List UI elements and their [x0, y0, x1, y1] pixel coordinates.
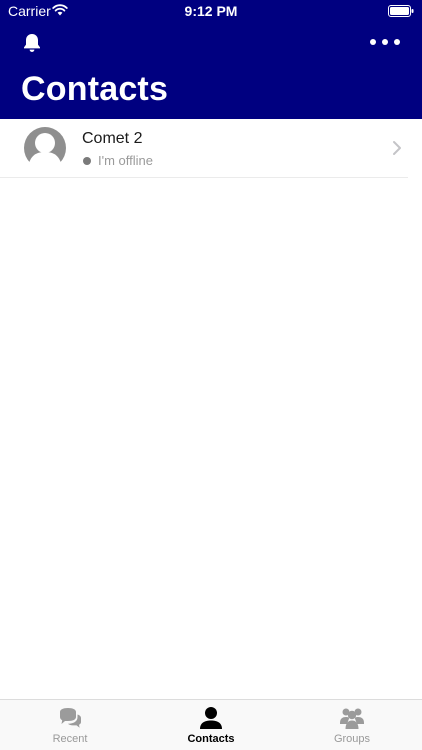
chevron-right-icon	[393, 141, 401, 155]
status-bar: Carrier 9:12 PM	[0, 0, 422, 22]
tab-label-recent: Recent	[52, 733, 88, 745]
group-icon	[340, 708, 364, 729]
more-icon[interactable]	[368, 34, 402, 50]
presence-dot	[83, 157, 91, 165]
page-title: Contacts	[21, 70, 169, 108]
tab-recent[interactable]: Recent	[0, 700, 140, 750]
contacts-list: Comet 2 I'm offline	[0, 119, 422, 178]
navigation-header: Carrier 9:12 PM Contacts	[0, 0, 422, 119]
tab-groups[interactable]: Groups	[282, 700, 422, 750]
tab-bar: Recent Contacts Groups	[0, 699, 422, 750]
contact-name: Comet 2	[82, 130, 143, 147]
person-icon	[200, 707, 222, 729]
row-divider	[0, 177, 408, 178]
bell-icon[interactable]	[21, 32, 43, 54]
contact-status: I'm offline	[98, 153, 153, 168]
battery-icon	[388, 5, 414, 17]
tab-label-groups: Groups	[333, 733, 371, 745]
default-avatar-icon	[24, 127, 66, 169]
tab-contacts[interactable]: Contacts	[141, 700, 281, 750]
status-time: 9:12 PM	[184, 3, 238, 19]
tab-label-contacts: Contacts	[187, 733, 235, 745]
chat-bubbles-icon	[60, 708, 81, 728]
contact-row[interactable]: Comet 2 I'm offline	[0, 119, 422, 178]
